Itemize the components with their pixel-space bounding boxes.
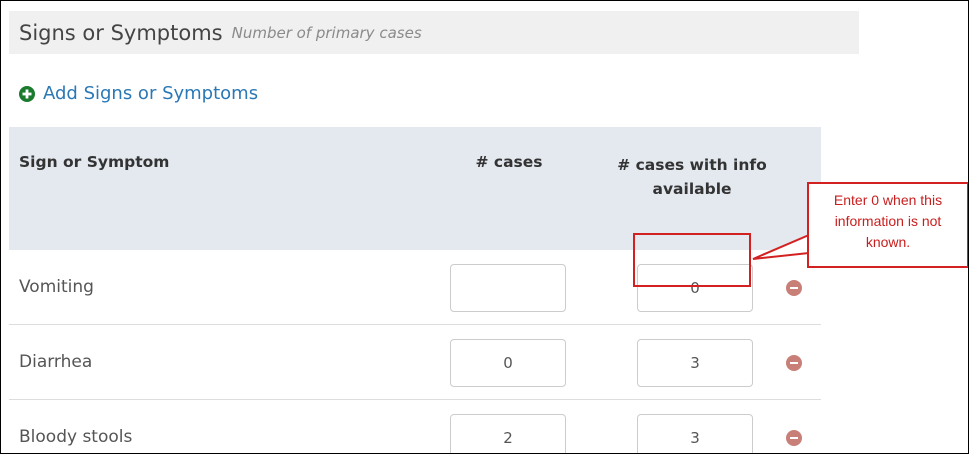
screenshot-frame: Signs or Symptoms Number of primary case… <box>0 0 969 454</box>
annotation-line3: known. <box>865 234 911 250</box>
annotation-line2: information is not <box>834 213 942 229</box>
annotation-line1: Enter 0 when this <box>833 192 943 208</box>
annotation-callout: Enter 0 when this information is not kno… <box>807 182 968 268</box>
